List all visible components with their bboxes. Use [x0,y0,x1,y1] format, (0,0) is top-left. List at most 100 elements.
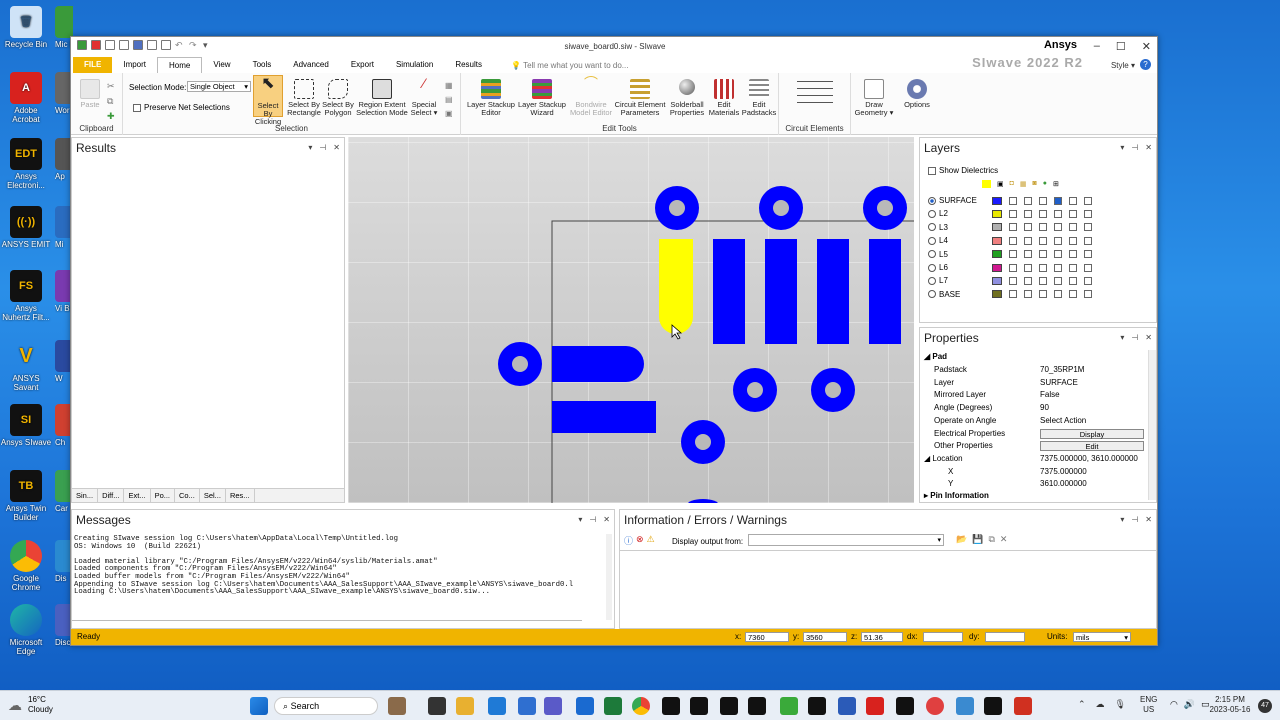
layer-color-swatch[interactable] [992,209,1002,218]
layer-color-swatch[interactable] [992,196,1002,205]
layer-row[interactable]: L4 [928,234,1092,247]
layer-checkbox[interactable] [1069,209,1077,218]
messages-hscrollbar[interactable] [72,620,582,626]
results-tab[interactable]: Ext... [124,489,151,502]
layer-row[interactable]: L6 [928,261,1092,274]
property-value[interactable]: SURFACE [1040,377,1078,390]
layer-checkbox[interactable] [1054,290,1062,299]
ansys-electronics-shortcut[interactable]: EDT Ansys Electroni... [0,138,52,190]
layer-checkbox[interactable] [1009,276,1017,285]
tab-tools[interactable]: Tools [242,57,283,73]
ansys-siwave-shortcut[interactable]: SI Ansys SIwave [0,404,52,447]
chevron-down-icon[interactable]: ▾ [1120,515,1124,524]
layer-checkbox[interactable] [1054,196,1062,205]
widget-icon[interactable] [388,697,406,715]
maximize-button[interactable]: ☐ [1116,40,1126,53]
results-tab[interactable]: Sin... [72,489,99,502]
pin-icon[interactable]: ⊣ [1131,333,1138,342]
property-value[interactable]: 7375.000000 [1040,466,1087,479]
chevron-down-icon[interactable]: ▾ [578,515,582,524]
preserve-checkbox[interactable] [133,103,141,112]
smd-pad[interactable] [765,239,797,344]
results-tab[interactable]: Sel... [200,489,226,502]
chrome-taskbar-icon[interactable] [632,697,650,715]
notification-badge[interactable]: 47 [1258,699,1272,713]
results-tab[interactable]: Diff... [98,489,125,502]
edt-taskbar-icon[interactable] [896,697,914,715]
app-taskbar-icon[interactable] [956,697,974,715]
layer-checkbox[interactable] [1084,196,1092,205]
layer-stackup-editor-button[interactable]: Layer Stackup Editor [465,79,517,117]
layer-checkbox[interactable] [1009,196,1017,205]
results-tab[interactable]: Po... [151,489,175,502]
word-icon[interactable] [838,697,856,715]
tell-me-search[interactable]: 💡 Tell me what you want to do... [511,61,628,70]
oblong-pad[interactable] [552,346,644,382]
show-dielectrics[interactable]: Show Dielectrics [928,166,998,175]
tab-simulation[interactable]: Simulation [385,57,444,73]
google-chrome-shortcut[interactable]: Google Chrome [0,540,52,592]
layer-checkbox[interactable] [1039,250,1047,259]
layer-checkbox[interactable] [1039,223,1047,232]
savant-taskbar-icon[interactable] [662,697,680,715]
edt-taskbar-icon[interactable] [690,697,708,715]
edt-taskbar-icon[interactable] [720,697,738,715]
clock[interactable]: 2:15 PM 2023-05-16 [1206,695,1254,715]
property-value[interactable]: 7375.000000, 3610.000000 [1040,453,1138,466]
layer-checkbox[interactable] [1009,250,1017,259]
cloud-sync-icon[interactable]: ☁ [1096,699,1105,710]
pin-icon[interactable]: ⊣ [319,143,326,152]
dy-field[interactable] [985,632,1025,642]
properties-scrollbar[interactable] [1148,350,1156,500]
app-taskbar-icon[interactable] [780,697,798,715]
chevron-down-icon[interactable]: ▾ [1120,143,1124,152]
filter-icon[interactable]: ▣ [445,107,453,121]
layer-color-swatch[interactable] [992,236,1002,245]
layer-checkbox[interactable] [1009,263,1017,272]
layer-color-swatch[interactable] [992,276,1002,285]
layer-checkbox[interactable] [1084,290,1092,299]
pin-icon[interactable]: ⊣ [1131,143,1138,152]
chevron-down-icon[interactable]: ▾ [308,143,312,152]
ansys-emit-shortcut[interactable]: ((·)) ANSYS EMIT [0,206,52,249]
layer-checkbox[interactable] [1039,290,1047,299]
y-coordinate-field[interactable]: 3560 [803,632,847,642]
layer-checkbox[interactable] [1054,276,1062,285]
solderball-properties-button[interactable]: Solderball Properties [667,79,707,117]
layer-checkbox[interactable] [1084,236,1092,245]
layer-checkbox[interactable] [1084,223,1092,232]
layer-row[interactable]: BASE [928,288,1092,301]
layer-checkbox[interactable] [1069,196,1077,205]
layer-checkbox[interactable] [1024,196,1032,205]
color-column-icon[interactable] [982,180,991,188]
circuit-elements-icon[interactable] [797,81,833,107]
layer-checkbox[interactable] [1054,223,1062,232]
dx-field[interactable] [923,632,963,642]
teams-icon[interactable] [544,697,562,715]
special-select-button[interactable]: ⁄ Special Select ▾ [409,76,439,117]
close-icon[interactable]: ✕ [603,515,610,524]
layer-checkbox[interactable] [1054,250,1062,259]
copy-icon[interactable]: ⧉ [107,94,115,109]
edt-taskbar-icon[interactable] [748,697,766,715]
results-tab[interactable]: Co... [175,489,200,502]
outlook-icon[interactable] [518,697,536,715]
store-icon[interactable] [488,697,506,715]
messages-vscrollbar[interactable] [606,534,612,620]
layer-stackup-wizard-button[interactable]: Layer Stackup Wizard [517,79,567,117]
error-icon[interactable]: ⊗ [636,534,644,547]
planes-column-icon[interactable]: ● [1043,180,1047,188]
z-coordinate-field[interactable]: 51.36 [861,632,903,642]
layer-checkbox[interactable] [1024,209,1032,218]
bondwire-model-editor-button[interactable]: ⌒ Bondwire Model Editor [567,76,615,117]
siwave-taskbar-icon[interactable] [984,697,1002,715]
layer-checkbox[interactable] [1069,236,1077,245]
circuit-element-parameters-button[interactable]: Circuit Element Parameters [613,79,667,117]
adobe-acrobat-shortcut[interactable]: A Adobe Acrobat [0,72,52,124]
app-taskbar-icon[interactable] [1014,697,1032,715]
minimize-button[interactable]: – [1094,40,1100,53]
edit-materials-button[interactable]: Edit Materials [707,79,741,117]
help-icon[interactable]: ? [1140,59,1151,70]
layer-radio[interactable] [928,236,936,245]
layer-checkbox[interactable] [1009,236,1017,245]
